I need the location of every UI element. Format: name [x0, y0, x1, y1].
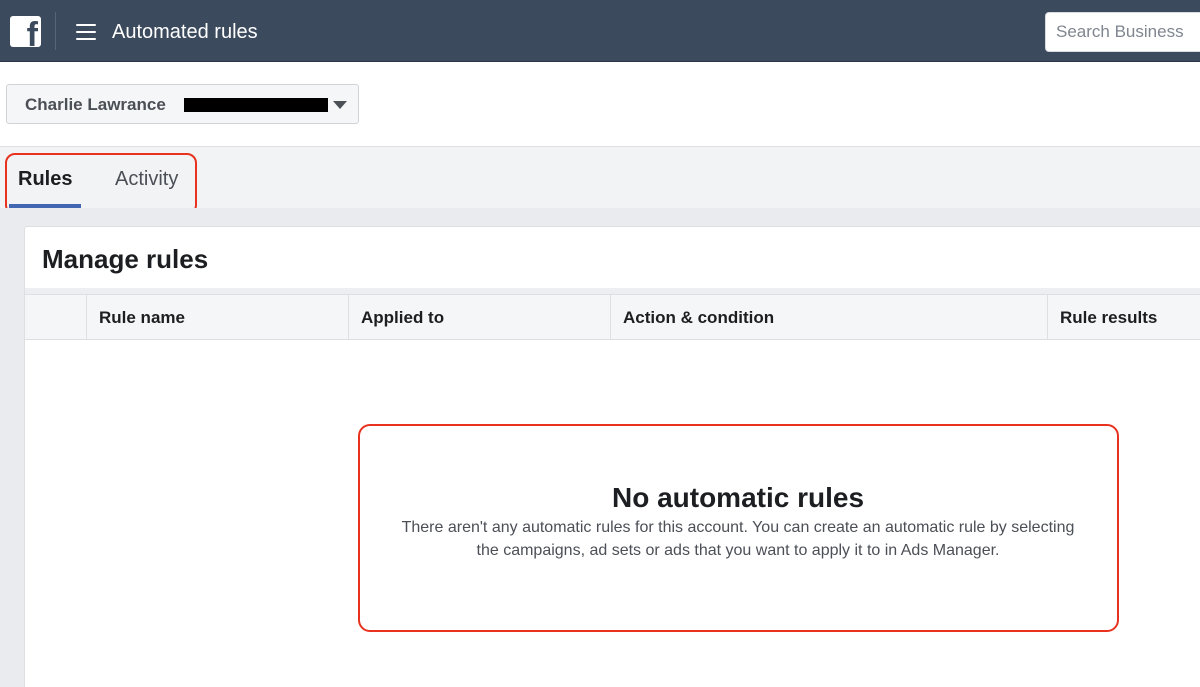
account-selector-button[interactable]: Charlie Lawrance [6, 84, 359, 124]
topbar-divider [55, 12, 56, 50]
search-input[interactable] [1045, 12, 1200, 52]
empty-state-title: No automatic rules [611, 482, 865, 513]
tabs-bar: Rules Activity [0, 146, 1200, 208]
column-header-select[interactable] [25, 295, 86, 340]
redacted-account-id [184, 98, 328, 112]
rules-table-header: Rule name Applied to Action & condition … [25, 294, 1200, 340]
top-bar: f Automated rules [0, 0, 1200, 62]
column-header-rule-results[interactable]: Rule results [1047, 295, 1200, 340]
empty-state-description: There aren't any automatic rules for thi… [401, 519, 1075, 559]
empty-state: No automatic rules There aren't any auto… [358, 424, 1119, 632]
account-name: Charlie Lawrance [25, 95, 166, 114]
page-title: Automated rules [112, 21, 258, 43]
manage-rules-heading: Manage rules [42, 244, 209, 274]
caret-down-icon [333, 101, 347, 109]
column-header-applied-to[interactable]: Applied to [348, 295, 610, 340]
facebook-logo-icon[interactable]: f [10, 16, 41, 47]
tab-activity[interactable]: Activity [115, 167, 178, 191]
column-header-action-condition[interactable]: Action & condition [610, 295, 1047, 340]
tab-rules[interactable]: Rules [18, 167, 72, 191]
column-header-rule-name[interactable]: Rule name [86, 295, 348, 340]
menu-icon[interactable] [76, 22, 96, 40]
